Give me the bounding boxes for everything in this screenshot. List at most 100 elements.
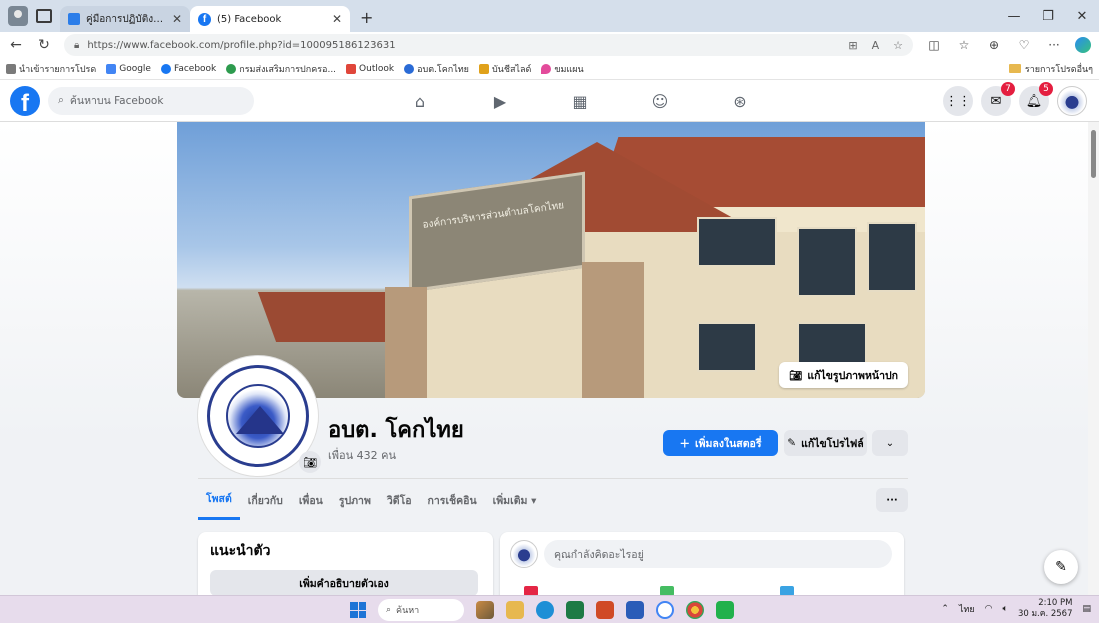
input-language[interactable]: ไทย — [959, 602, 975, 616]
taskbar-clock[interactable]: 2:10 PM 30 ม.ค. 2567 — [1018, 598, 1073, 620]
composer-avatar[interactable] — [510, 540, 538, 568]
file-explorer-icon[interactable] — [506, 601, 524, 619]
notifications-badge: 5 — [1039, 82, 1053, 96]
tab-close-icon[interactable]: ✕ — [172, 12, 182, 26]
lock-icon[interactable]: 🔒︎ — [74, 40, 79, 51]
gaming-icon[interactable]: ⊛ — [700, 80, 780, 122]
mountain-emblem-icon — [236, 406, 284, 434]
photo-video-icon[interactable] — [660, 586, 674, 595]
tab-close-icon[interactable]: ✕ — [332, 12, 342, 26]
tab-posts[interactable]: โพสต์ — [198, 480, 240, 520]
dla-icon — [226, 63, 237, 74]
notification-center-icon[interactable]: ▤ — [1082, 604, 1091, 614]
other-favorites[interactable]: รายการโปรดอื่นๆ — [1008, 62, 1093, 76]
word-icon[interactable] — [626, 601, 644, 619]
bookmark-khoktai[interactable]: อบต.โคกไทย — [404, 62, 469, 76]
marketplace-icon[interactable]: ▦ — [540, 80, 620, 122]
browser-essentials-icon[interactable]: ♡ — [1015, 38, 1033, 52]
video-icon[interactable]: ▶ — [460, 80, 540, 122]
tab-about[interactable]: เกี่ยวกับ — [240, 480, 291, 520]
back-icon[interactable]: ← — [8, 37, 24, 53]
facebook-search[interactable]: ⌕ ค้นหาบน Facebook — [48, 86, 254, 115]
app-available-icon[interactable]: ⊞ — [848, 39, 857, 52]
bookmark-google[interactable]: Google — [106, 63, 151, 74]
bookmark-outlook[interactable]: Outlook — [346, 63, 394, 74]
tab-videos[interactable]: วิดีโอ — [379, 480, 420, 520]
excel-icon[interactable] — [566, 601, 584, 619]
search-icon: ⌕ — [386, 605, 392, 615]
cover-photo[interactable]: องค์การบริหารส่วนตำบลโคกไทย — [177, 122, 925, 398]
taskbar-search[interactable]: ⌕ ค้นหา — [378, 599, 464, 621]
line-app-icon[interactable] — [716, 601, 734, 619]
plus-icon: ＋ — [679, 437, 691, 450]
collections-icon[interactable]: ⊕ — [985, 38, 1003, 52]
page-scrollbar[interactable] — [1088, 122, 1099, 595]
tab-friends[interactable]: เพื่อน — [291, 480, 331, 520]
widgets-icon[interactable] — [476, 601, 494, 619]
url-field[interactable]: 🔒︎ https://www.facebook.com/profile.php?… — [64, 34, 913, 56]
bookmark-slides[interactable]: บันชีสไลด์ — [478, 62, 531, 76]
refresh-icon[interactable]: ↻ — [36, 37, 52, 53]
slides-icon — [478, 63, 489, 74]
notifications-bell-icon[interactable]: 🔔︎ 5 — [1019, 82, 1053, 116]
bookmark-map[interactable]: ขมแผน — [541, 62, 584, 76]
search-placeholder: ค้นหาบน Facebook — [69, 95, 164, 107]
close-window-icon[interactable]: ✕ — [1065, 0, 1099, 32]
bookmark-facebook[interactable]: Facebook — [160, 63, 216, 74]
more-menu-icon[interactable]: ··· — [1045, 38, 1063, 52]
powerpoint-icon[interactable] — [596, 601, 614, 619]
profile-page: องค์การบริหารส่วนตำบลโคกไทย 📷︎ แก้ไขรูปภ… — [0, 122, 1088, 595]
favorite-star-icon[interactable]: ☆ — [893, 39, 903, 52]
chrome-icon[interactable] — [686, 601, 704, 619]
restore-icon[interactable]: ❐ — [1031, 0, 1065, 32]
minimize-icon[interactable]: — — [997, 0, 1031, 32]
volume-icon[interactable]: 🔈︎ — [1003, 604, 1008, 614]
messenger-icon[interactable]: ✉ 7 — [981, 82, 1015, 116]
add-bio-button[interactable]: เพิ่มคำอธิบายตัวเอง — [210, 570, 478, 595]
bookmark-import[interactable]: นำเข้ารายการโปรด — [6, 62, 96, 76]
google-icon[interactable] — [656, 601, 674, 619]
edit-profile-button[interactable]: ✎ แก้ไขโปรไฟล์ — [784, 430, 867, 456]
account-avatar[interactable] — [1057, 86, 1087, 116]
tab-facebook[interactable]: f (5) Facebook ✕ — [190, 6, 350, 32]
groups-icon[interactable]: ☺ — [620, 80, 700, 122]
tab-checkins[interactable]: การเช็คอิน — [420, 480, 485, 520]
facebook-logo-icon[interactable]: f — [10, 85, 40, 116]
edge-browser-icon[interactable] — [536, 601, 554, 619]
split-screen-icon[interactable]: ◫ — [925, 38, 943, 52]
home-icon[interactable]: ⌂ — [380, 80, 460, 122]
search-icon: ⌕ — [58, 94, 64, 106]
facebook-top-nav: f ⌕ ค้นหาบน Facebook ⌂ ▶ ▦ ☺ ⊛ ⋮⋮ ✉ 7 🔔︎ 5 — [0, 80, 1099, 122]
copilot-icon[interactable] — [1075, 37, 1091, 53]
profile-tabs-more-button[interactable]: ··· — [876, 488, 908, 512]
new-tab-button[interactable]: + — [350, 6, 383, 32]
tab-photos[interactable]: รูปภาพ — [331, 480, 379, 520]
new-message-icon[interactable]: ✎ — [1044, 550, 1078, 584]
camera-icon[interactable]: 📷︎ — [299, 451, 321, 473]
profile-more-dropdown[interactable]: ⌄ — [872, 430, 908, 456]
wifi-icon[interactable]: ◠ — [985, 604, 993, 614]
organization-seal-logo — [207, 365, 309, 467]
browser-profile-icon[interactable] — [8, 6, 28, 26]
read-aloud-icon[interactable]: A — [872, 39, 880, 52]
edit-cover-photo-button[interactable]: 📷︎ แก้ไขรูปภาพหน้าปก — [779, 362, 908, 388]
life-event-icon[interactable] — [780, 586, 794, 595]
profile-tabs: โพสต์ เกี่ยวกับ เพื่อน รูปภาพ วิดีโอ การ… — [198, 480, 908, 520]
tab-document[interactable]: คู่มือการปฏิบัติงานการจัดการเรื่องร้อง..… — [60, 6, 190, 32]
composer-input[interactable]: คุณกำลังคิดอะไรอยู่ — [544, 540, 892, 568]
menu-grid-icon[interactable]: ⋮⋮ — [943, 86, 973, 116]
live-video-icon[interactable] — [524, 586, 538, 595]
add-to-story-button[interactable]: ＋ เพิ่มลงในสตอรี่ — [663, 430, 778, 456]
favorites-icon[interactable]: ☆ — [955, 38, 973, 52]
facebook-favicon-icon: f — [198, 12, 211, 26]
tab-more[interactable]: เพิ่มเติม ▾ — [485, 480, 545, 520]
profile-picture[interactable]: 📷︎ — [198, 356, 321, 476]
tray-chevron-up-icon[interactable]: ⌃ — [941, 604, 949, 614]
tab-actions-icon[interactable] — [36, 9, 52, 23]
bookmark-dla[interactable]: กรมส่งเสริมการปกครอ... — [226, 62, 336, 76]
facebook-icon — [160, 63, 171, 74]
windows-taskbar: ⌕ ค้นหา ⌃ ไทย ◠ 🔈︎ 2:10 PM 30 ม.ค. 2567 … — [0, 595, 1099, 623]
friends-count[interactable]: เพื่อน 432 คน — [328, 446, 396, 464]
windows-start-icon[interactable] — [350, 602, 366, 618]
intro-title: แนะนำตัว — [210, 543, 271, 559]
